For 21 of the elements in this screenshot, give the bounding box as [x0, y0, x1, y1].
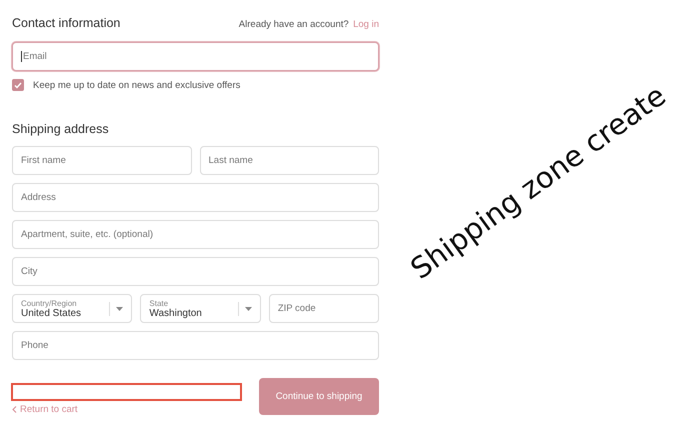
select-field[interactable]: State Washington	[140, 294, 261, 323]
continue-button[interactable]: Continue to shipping	[259, 378, 379, 415]
input-field[interactable]: City	[12, 257, 379, 286]
input-field[interactable]: Apartment, suite, etc. (optional)	[12, 220, 379, 249]
input-field[interactable]: First name	[12, 146, 192, 175]
input-field[interactable]: Last name	[200, 146, 379, 175]
section-title: Contact information	[12, 16, 120, 30]
email-field[interactable]: Email	[12, 42, 379, 71]
checkbox-label: Keep me up to date on news and exclusive offers	[33, 80, 240, 90]
input-field[interactable]: ZIP code	[268, 294, 379, 323]
return-link[interactable]: Return to cart	[12, 404, 242, 415]
chevron-down-icon	[116, 306, 124, 310]
select-field[interactable]: Country/Region United States	[12, 294, 132, 323]
chevron-left-icon	[12, 406, 17, 413]
chevron-down-icon	[244, 306, 252, 310]
input-field[interactable]: Phone	[12, 331, 379, 360]
input-field[interactable]: Address	[12, 183, 379, 212]
checkbox[interactable]	[12, 79, 24, 91]
login-link[interactable]: Log in	[353, 19, 379, 30]
section-title: Shipping address	[12, 122, 109, 136]
account-prompt: Already have an account?	[238, 19, 349, 30]
